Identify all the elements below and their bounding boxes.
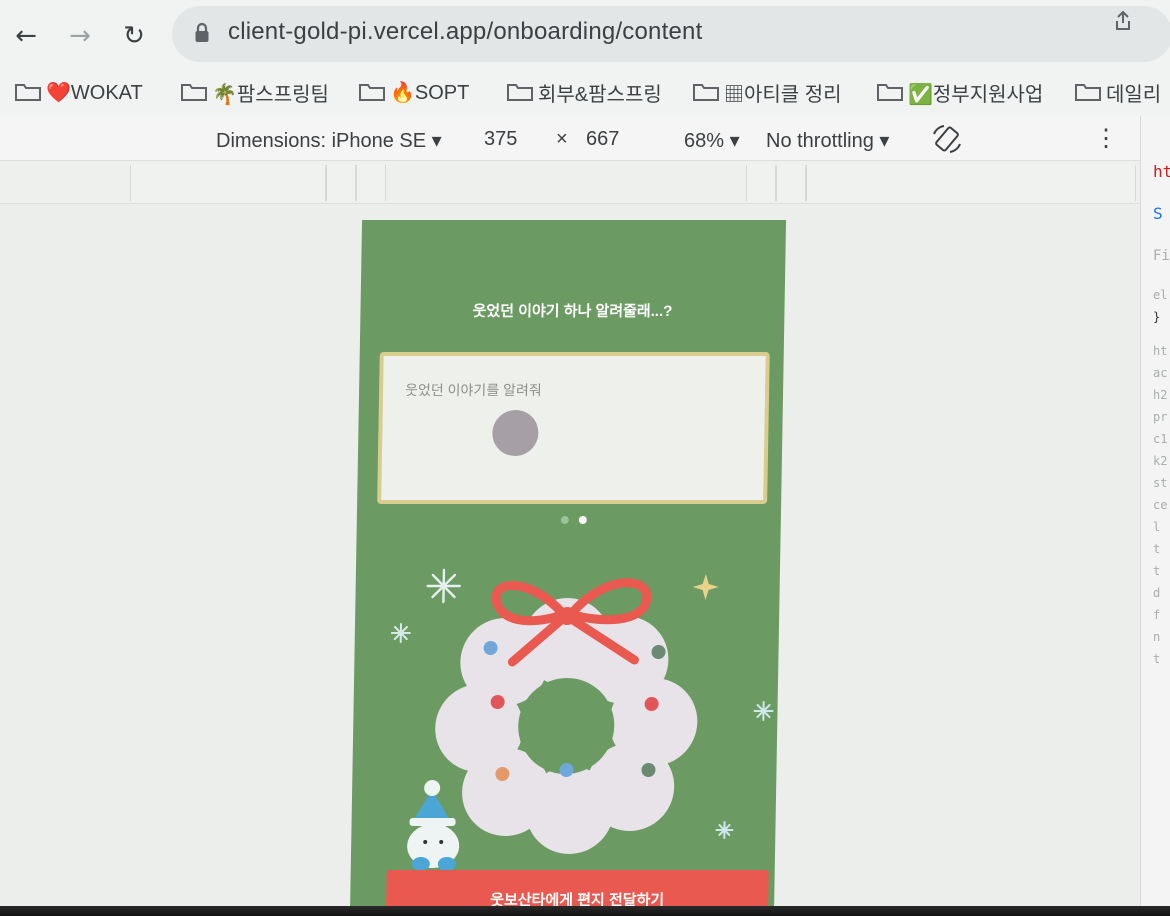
bookmark-label: 회부&팜스프링: [538, 83, 662, 106]
bookmark-label: 🔥SOPT: [390, 81, 470, 104]
dimensions-select[interactable]: Dimensions: iPhone SE ▾: [216, 128, 442, 153]
zoom-label: 68%: [684, 130, 725, 152]
page-dot-1[interactable]: [560, 516, 569, 524]
devtools-line: ac: [1153, 366, 1168, 380]
folder-icon: [15, 84, 41, 101]
story-input-card[interactable]: 웃었던 이야기를 알려줘: [377, 352, 770, 504]
devtools-panel: ht S Fi el } ht ac h2 pr c1 k2 st ce l t…: [1140, 116, 1170, 916]
back-button[interactable]: ←: [8, 18, 44, 54]
devtools-line: }: [1153, 310, 1161, 324]
question-title: 웃었던 이야기 하나 알려줄래...?: [472, 303, 673, 320]
folder-icon: [877, 84, 903, 101]
devtools-line: ht: [1153, 162, 1170, 181]
devtools-line: pr: [1153, 410, 1168, 424]
more-options-icon[interactable]: ⋮: [1094, 124, 1118, 153]
rotate-icon[interactable]: [930, 122, 964, 156]
snowflake-icon: [753, 701, 774, 721]
dropdown-arrow-icon: ▾: [729, 130, 740, 152]
bookmark-label: ✅정부지원사업: [908, 83, 1044, 106]
bookmarks-bar: ❤️WOKAT 🌴팜스프링팀 🔥SOPT 회부&팜스프링 ▦아티클 정리 ✅정부…: [0, 66, 1170, 116]
devtools-line: t: [1153, 564, 1161, 578]
share-icon[interactable]: [1112, 10, 1134, 32]
bookmark-label: 🌴팜스프링팀: [212, 83, 329, 106]
devtools-line: st: [1153, 476, 1168, 490]
dropdown-arrow-icon: ▾: [431, 130, 442, 152]
devtools-line: ce: [1153, 498, 1168, 512]
bookmark-gov-support[interactable]: ✅정부지원사업: [876, 78, 1043, 106]
folder-icon: [181, 84, 207, 101]
devtools-line: t: [1153, 542, 1161, 556]
forward-button[interactable]: →: [62, 18, 98, 54]
forward-arrow-icon: →: [69, 21, 91, 51]
bookmark-articles[interactable]: ▦아티클 정리: [692, 78, 842, 106]
snowman-character: [407, 780, 460, 871]
devtools-line: l: [1153, 520, 1161, 534]
throttling-label: No throttling: [766, 130, 874, 152]
dimensions-label: Dimensions: iPhone SE: [216, 130, 427, 152]
times-sign: ×: [556, 128, 568, 150]
devtools-line: h2: [1153, 388, 1168, 402]
reload-button[interactable]: ↻: [116, 18, 152, 54]
height-input[interactable]: 667: [586, 128, 619, 151]
devtools-line: el: [1153, 288, 1168, 302]
page-dot-2-active[interactable]: [578, 516, 587, 524]
bookmark-sopt[interactable]: 🔥SOPT: [358, 78, 469, 106]
snowflake-icon: [390, 623, 411, 643]
devtools-line: t: [1153, 652, 1161, 666]
bookmark-wokat[interactable]: ❤️WOKAT: [14, 78, 143, 106]
dropdown-arrow-icon: ▾: [879, 130, 890, 152]
width-input[interactable]: 375: [484, 128, 517, 151]
bookmark-hoebu[interactable]: 회부&팜스프링: [506, 78, 662, 106]
url-text: client-gold-pi.vercel.app/onboarding/con…: [228, 18, 703, 45]
zoom-select[interactable]: 68% ▾: [684, 128, 740, 153]
touch-cursor: [491, 410, 539, 456]
bookmark-daily[interactable]: 데일리: [1074, 78, 1161, 106]
bookmark-label: ❤️WOKAT: [46, 81, 143, 104]
devtools-line: d: [1153, 586, 1161, 600]
devtools-line: n: [1153, 630, 1161, 644]
folder-icon: [1075, 84, 1101, 101]
back-arrow-icon: ←: [15, 21, 37, 51]
device-toolbar: Dimensions: iPhone SE ▾ 375 × 667 68% ▾ …: [0, 116, 1140, 160]
browser-toolbar: ← → ↻ client-gold-pi.vercel.app/onboardi…: [0, 0, 1170, 66]
device-viewport: 웃었던 이야기 하나 알려줄래...? 웃었던 이야기를 알려줘 웃보산타에게 …: [349, 220, 787, 916]
address-bar[interactable]: client-gold-pi.vercel.app/onboarding/con…: [172, 6, 1170, 62]
bookmark-palmspring[interactable]: 🌴팜스프링팀: [180, 78, 329, 106]
christmas-scene: [390, 568, 774, 871]
reload-icon: ↻: [123, 21, 145, 51]
media-query-ruler: [0, 160, 1140, 204]
folder-icon: [507, 84, 533, 101]
lock-icon: [195, 22, 209, 42]
sparkle-icon: [692, 574, 719, 600]
devtools-line: Fi: [1153, 248, 1170, 264]
folder-icon: [693, 84, 719, 101]
pagination-dots: [560, 516, 587, 524]
devtools-line: k2: [1153, 454, 1168, 468]
bookmark-label: 데일리: [1106, 83, 1162, 106]
devtools-line: S: [1153, 204, 1163, 223]
devtools-line: f: [1153, 608, 1161, 622]
story-input-placeholder: 웃었던 이야기를 알려줘: [404, 382, 542, 398]
throttling-select[interactable]: No throttling ▾: [766, 128, 889, 153]
screen-bezel: [0, 906, 1170, 916]
folder-icon: [359, 84, 385, 101]
bookmark-label: ▦아티클 정리: [724, 83, 842, 106]
devtools-line: c1: [1153, 432, 1168, 446]
devtools-line: ht: [1153, 344, 1168, 358]
snowflake-icon: [715, 821, 734, 839]
snowflake-icon: [426, 568, 461, 604]
